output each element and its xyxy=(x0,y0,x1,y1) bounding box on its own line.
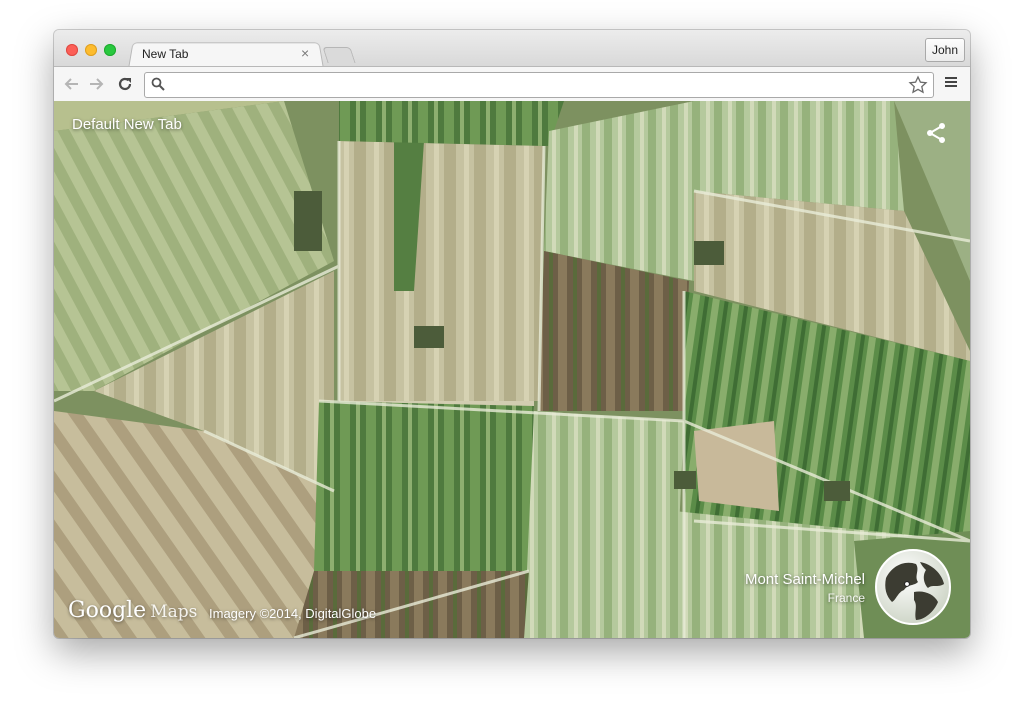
reload-button[interactable] xyxy=(114,73,136,95)
google-maps-link[interactable]: Google Maps xyxy=(68,598,197,623)
close-window-button[interactable] xyxy=(66,44,78,56)
toolbar xyxy=(54,66,970,102)
page-title-link[interactable]: Default New Tab xyxy=(72,116,182,133)
forward-arrow-icon xyxy=(90,78,104,90)
globe-icon[interactable] xyxy=(874,548,952,626)
profile-button[interactable]: John xyxy=(925,38,965,62)
google-logo-text: Google xyxy=(68,598,147,623)
maps-logo-text: Maps xyxy=(150,602,198,622)
earth-view-page: Default New Tab Google Maps Imagery ©2014… xyxy=(54,101,970,638)
omnibox[interactable] xyxy=(144,72,934,98)
omnibox-input[interactable] xyxy=(169,75,903,97)
share-icon[interactable] xyxy=(924,121,948,145)
back-button[interactable] xyxy=(60,73,82,95)
maximize-window-button[interactable] xyxy=(104,44,116,56)
imagery-credit: Imagery ©2014, DigitalGlobe xyxy=(209,606,377,621)
location-name-link[interactable]: Mont Saint-Michel xyxy=(654,571,865,588)
search-icon xyxy=(151,77,165,91)
browser-window: New Tab × John Default New Tab Google Ma… xyxy=(54,30,970,638)
new-tab-button[interactable] xyxy=(322,47,356,63)
aerial-farmland-image xyxy=(54,101,970,638)
back-arrow-icon xyxy=(64,78,78,90)
bookmark-star-icon[interactable] xyxy=(908,75,928,95)
tab-title: New Tab xyxy=(142,47,189,61)
tab-close-icon[interactable]: × xyxy=(301,45,309,61)
location-country: France xyxy=(827,591,865,605)
reload-icon xyxy=(118,77,132,91)
minimize-window-button[interactable] xyxy=(85,44,97,56)
hamburger-menu-icon[interactable] xyxy=(944,75,958,89)
forward-button[interactable] xyxy=(86,73,108,95)
title-bar: New Tab × John xyxy=(54,30,970,69)
